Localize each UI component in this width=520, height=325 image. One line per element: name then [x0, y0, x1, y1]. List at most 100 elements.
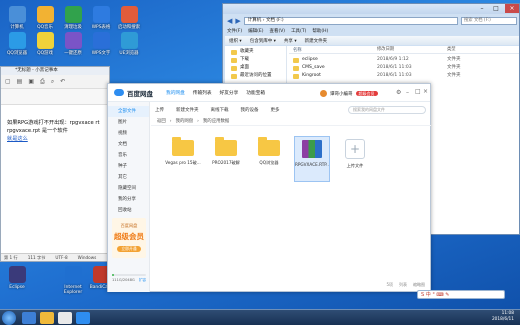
taskbar-notepad-icon[interactable] [58, 312, 72, 324]
desktop-icon[interactable]: 清理垃圾 [58, 6, 88, 30]
sidebar-item[interactable]: 音乐 [108, 150, 149, 161]
new-doc-icon[interactable]: ▢ [5, 78, 11, 85]
tab-1[interactable]: 传输列表 [193, 90, 212, 96]
toolbar-button[interactable]: 包含到库中 ▾ [250, 38, 276, 44]
expand-link[interactable]: 扩容 [139, 278, 146, 283]
breadcrumb-item[interactable]: 我的网盘 [176, 118, 194, 124]
avatar[interactable] [320, 90, 327, 97]
close-button[interactable]: × [505, 4, 519, 13]
sidebar-item[interactable]: 我的分享 [108, 194, 149, 205]
start-button[interactable] [2, 311, 16, 325]
nav-item[interactable]: 下载 [225, 56, 286, 64]
toolbar-button[interactable]: 新建文件夹 [305, 38, 328, 44]
notepad-line: 如果RPG游戏打不开出现：rpgvxace rt [7, 120, 100, 126]
desktop-icon[interactable]: QQ音乐 [30, 6, 60, 30]
menu-item[interactable]: 工具(T) [291, 28, 306, 34]
file-tile[interactable]: Vegas pro 15破... [165, 136, 201, 182]
breadcrumb-item[interactable]: 我的应用数据 [203, 118, 229, 124]
nav-item[interactable]: 最近访问的位置 [225, 72, 286, 80]
sidebar-item[interactable]: 全部文件 [108, 106, 149, 117]
forward-arrow-icon[interactable]: ▶ [235, 17, 240, 25]
maximize-icon[interactable]: □ [415, 88, 421, 95]
nav-item[interactable]: 桌面 [225, 64, 286, 72]
menu-item[interactable]: 文件(F) [227, 28, 242, 34]
taskbar-explorer-icon[interactable] [40, 312, 54, 324]
toolbar-button[interactable]: 离线下载 [211, 107, 229, 113]
tab-2[interactable]: 好友分享 [220, 90, 239, 96]
desktop-icon[interactable]: 启动和搜索 [114, 6, 144, 30]
column-header[interactable]: 修改日期 [377, 46, 447, 53]
sidebar-item[interactable]: 图片 [108, 117, 149, 128]
promo-button[interactable]: 立即开通 [117, 246, 141, 252]
desktop-icon[interactable]: 计算机 [2, 6, 32, 30]
menu-item[interactable]: 编辑(E) [248, 28, 263, 34]
maximize-button[interactable]: □ [489, 4, 503, 13]
tab-3[interactable]: 功能宝箱 [246, 90, 265, 96]
toolbar-button[interactable]: 我的设备 [241, 107, 259, 113]
file-tile-label: PRO2017破解 [212, 160, 240, 165]
desktop-icon[interactable]: WPS文字 [86, 32, 116, 56]
column-header[interactable]: 类型 [447, 46, 487, 53]
sidebar-item[interactable]: 其它 [108, 172, 149, 183]
desktop-icon[interactable]: QQ游戏 [30, 32, 60, 56]
vip-badge[interactable]: 超级会员 [355, 91, 378, 96]
taskbar-ie-icon[interactable] [22, 312, 36, 324]
file-tile[interactable]: + 上传文件 [337, 136, 373, 182]
toolbar-button[interactable]: 共享 ▾ [284, 38, 297, 44]
save-icon[interactable]: ▣ [28, 78, 34, 85]
taskbar-netdisk-icon[interactable] [76, 312, 90, 324]
sidebar-item[interactable]: 种子 [108, 161, 149, 172]
sidebar-item[interactable]: 回收站 [108, 205, 149, 216]
vip-promo[interactable]: 百度网盘 超级会员 立即开通 [112, 218, 146, 258]
footer-item[interactable]: 缩略图 [413, 282, 425, 288]
footer-item[interactable]: 列表 [399, 282, 407, 288]
toolbar-button[interactable]: 上传 [155, 107, 164, 113]
settings-icon[interactable]: ⚙ [396, 89, 401, 96]
ime-toolbar[interactable]: S 中 ° ⌨ ✎ [417, 290, 505, 299]
tab-0[interactable]: 我的网盘 [166, 90, 185, 96]
open-icon[interactable]: ▤ [17, 78, 23, 85]
taskbar: 11:08 2018/6/11 [0, 309, 520, 325]
breadcrumb-item[interactable]: 返回 [157, 118, 166, 124]
desktop-icon[interactable]: Internet Explorer [58, 266, 88, 295]
desktop-icon[interactable]: 一键还原 [58, 32, 88, 56]
desktop-icon[interactable]: QQ浏览器 [2, 32, 32, 56]
column-header[interactable]: 名称 [289, 46, 377, 53]
notepad-text-area[interactable]: 如果RPG游戏打不开出现：rpgvxace rt rpgvxace.rpt 是一… [7, 119, 117, 143]
nav-item[interactable]: 收藏夹 [225, 48, 286, 56]
back-arrow-icon[interactable]: ◀ [227, 17, 232, 25]
file-tile[interactable]: QQ浏览器 [251, 136, 287, 182]
clock[interactable]: 11:08 2018/6/11 [492, 311, 514, 323]
file-tile[interactable]: RPGVXACE.RTP... [294, 136, 330, 182]
undo-icon[interactable]: ↶ [60, 78, 65, 85]
notepad-toolbar: ▢ ▤ ▣ ⎙ ⌕ ↶ [1, 75, 109, 89]
desktop-icon[interactable]: Eclipse [2, 266, 32, 290]
explorer-search-input[interactable]: 搜索 文档 (F:) [461, 16, 517, 25]
file-tile[interactable]: PRO2017破解 [208, 136, 244, 182]
sidebar-item[interactable]: 隐藏空间 [108, 183, 149, 194]
baidu-netdisk-window[interactable]: 百度网盘 我的网盘 传输列表 好友分享 功能宝箱 谭哥小编哥 超级会员 ⚙ – □ ×… [107, 83, 431, 292]
desktop-icon[interactable]: UE浏览器 [114, 32, 144, 56]
sidebar-item[interactable]: 视频 [108, 128, 149, 139]
minimize-icon[interactable]: – [406, 89, 409, 96]
table-row[interactable]: eclipse 2018/6/9 1:12 文件夹 [289, 56, 519, 64]
sidebar-item[interactable]: 文档 [108, 139, 149, 150]
toolbar-button[interactable]: 组织 ▾ [229, 38, 242, 44]
close-icon[interactable]: × [423, 88, 428, 95]
notepad-link[interactable]: 就是这么 [7, 135, 117, 143]
menu-item[interactable]: 查看(V) [269, 28, 285, 34]
minimize-button[interactable]: – [475, 4, 489, 13]
table-row[interactable]: Kingroot 2018/6/1 11:03 文件夹 [289, 72, 519, 80]
menu-item[interactable]: 帮助(H) [312, 28, 328, 34]
find-icon[interactable]: ⌕ [51, 78, 54, 86]
toolbar-button[interactable]: 更多 [271, 107, 280, 113]
print-icon[interactable]: ⎙ [40, 78, 45, 86]
plus-icon[interactable]: + [345, 139, 365, 159]
netdisk-search-input[interactable]: 搜索我的网盘文件 [348, 106, 426, 114]
notepad-window[interactable]: *无标题 - 小黑记事本 ▢ ▤ ▣ ⎙ ⌕ ↶ 如果RPG游戏打不开出现：rp… [0, 66, 110, 262]
address-bar[interactable]: 计算机 › 文档 (F:) [243, 16, 458, 25]
toolbar-button[interactable]: 新建文件夹 [176, 107, 199, 113]
desktop-icon[interactable]: WPS表格 [86, 6, 116, 30]
user-name[interactable]: 谭哥小编哥 [330, 91, 353, 97]
table-row[interactable]: CMS_save 2018/6/1 11:03 文件夹 [289, 64, 519, 72]
